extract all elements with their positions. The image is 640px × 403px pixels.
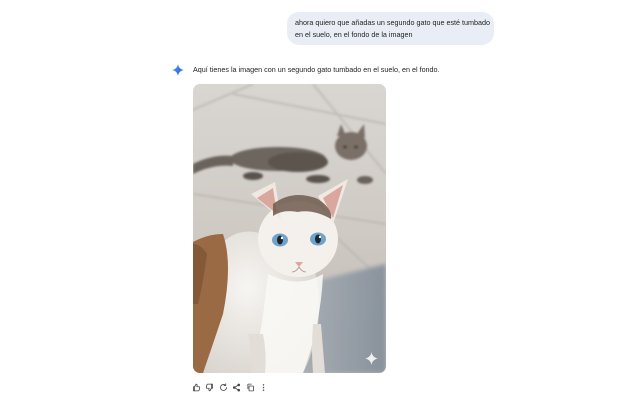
copy-icon	[246, 383, 254, 391]
thumbs-up-icon	[192, 383, 200, 391]
user-message-bubble: ahora quiero que añadas un segundo gato …	[287, 12, 494, 45]
regenerate-button[interactable]	[218, 382, 228, 392]
thumbs-down-button[interactable]	[205, 382, 215, 392]
more-options-icon	[262, 383, 265, 391]
share-icon	[232, 383, 241, 391]
assistant-reply-text: Aquí tienes la imagen con un segundo gat…	[193, 65, 440, 74]
thumbs-down-icon	[205, 383, 213, 391]
gemini-sparkle-icon	[172, 64, 184, 76]
share-button[interactable]	[232, 382, 242, 392]
user-message-line-2: en el suelo, en el fondo de la imagen	[295, 30, 413, 39]
response-action-bar	[191, 381, 272, 393]
cat-photo	[193, 84, 386, 373]
generated-image[interactable]	[193, 84, 386, 373]
thumbs-up-button[interactable]	[191, 382, 201, 392]
more-options-button[interactable]	[259, 382, 269, 392]
user-message-line-1: ahora quiero que añadas un segundo gato …	[295, 18, 491, 27]
sparkle-watermark-icon	[365, 352, 378, 365]
regenerate-icon	[219, 382, 227, 391]
copy-button[interactable]	[245, 382, 255, 392]
